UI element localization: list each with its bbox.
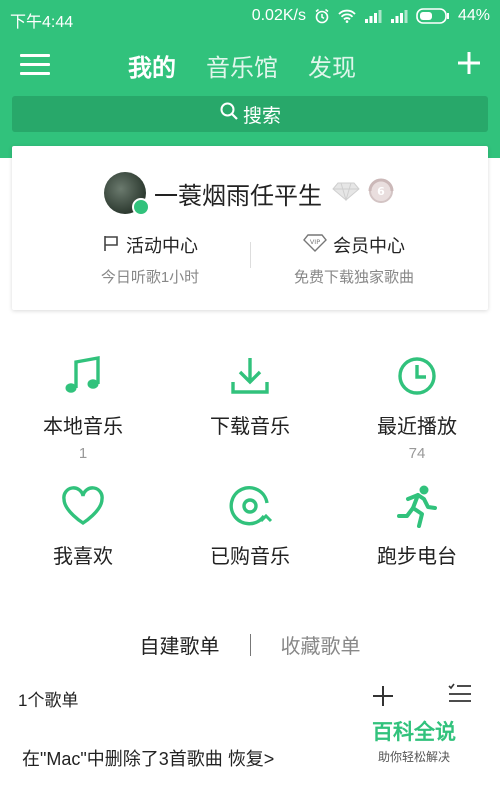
clock-icon: [334, 352, 500, 400]
add-playlist-icon[interactable]: [372, 685, 394, 707]
purchased-disc-icon: [167, 482, 333, 530]
tab-created-playlists[interactable]: 自建歌单: [140, 630, 220, 659]
activity-title: 活动中心: [126, 236, 198, 256]
deleted-songs-notice: 在"Mac"中删除了3首歌曲 恢复>: [22, 745, 274, 771]
flag-icon: [102, 234, 120, 257]
grid-label: 已购音乐: [210, 546, 290, 568]
card-divider: [250, 242, 251, 268]
grid-purchased-music[interactable]: 已购音乐: [167, 482, 333, 575]
tab-separator: [249, 633, 251, 656]
vip-subtitle: 免费下载独家歌曲: [293, 269, 414, 286]
battery-icon: [416, 8, 450, 24]
status-bar: 下午4:44 0.02K/s 44%: [0, 0, 500, 34]
grid-label: 最近播放: [377, 416, 457, 438]
grid-my-favorites[interactable]: 我喜欢: [0, 482, 166, 575]
tab-favorited-playlists[interactable]: 收藏歌单: [281, 630, 361, 659]
search-label: 搜索: [242, 105, 281, 127]
grid-label: 下载音乐: [210, 416, 290, 438]
grid-download-music[interactable]: 下载音乐: [167, 352, 333, 445]
diamond-icon: [332, 181, 360, 206]
grid-local-music[interactable]: 本地音乐 1: [0, 352, 166, 462]
grid-label: 本地音乐: [43, 416, 123, 438]
alarm-icon: [314, 8, 330, 24]
grid-count: 74: [408, 445, 426, 462]
add-icon[interactable]: [456, 50, 482, 76]
tab-music-hall[interactable]: 音乐馆: [206, 48, 278, 83]
tab-discover[interactable]: 发现: [308, 48, 356, 83]
username[interactable]: 一蓑烟雨任平生: [154, 176, 322, 211]
signal-icon: [364, 9, 382, 23]
music-note-icon: [0, 352, 166, 400]
wifi-icon: [338, 9, 356, 23]
playlist-count: 1个歌单: [18, 691, 79, 710]
level-badge-icon: 6: [366, 178, 396, 209]
activity-center[interactable]: 活动中心 今日听歌1小时: [50, 232, 250, 287]
running-icon: [334, 482, 500, 530]
profile-row[interactable]: 一蓑烟雨任平生 6: [12, 172, 488, 216]
search-icon: [219, 101, 243, 127]
battery-level: 44%: [457, 7, 490, 24]
search-bar[interactable]: 搜索: [12, 96, 488, 132]
profile-card: 一蓑烟雨任平生 6 活动中心 今日听歌1小时 VIP 会员中心 免费下载独家歌曲: [12, 146, 488, 310]
watermark-logo: 百科全说 助你轻松解决: [366, 716, 462, 765]
network-speed: 0.02K/s: [251, 7, 306, 24]
activity-subtitle: 今日听歌1小时: [100, 269, 200, 286]
grid-label: 跑步电台: [377, 546, 457, 568]
grid-running-radio[interactable]: 跑步电台: [334, 482, 500, 575]
nav-tabs: 我的 音乐馆 发现: [128, 48, 356, 83]
svg-text:6: 6: [377, 185, 385, 198]
nav-bar: 我的 音乐馆 发现: [0, 40, 500, 90]
download-icon: [167, 352, 333, 400]
tab-mine[interactable]: 我的: [128, 48, 176, 83]
avatar[interactable]: [104, 172, 150, 216]
wechat-badge-icon: [132, 198, 150, 216]
heart-icon: [0, 482, 166, 530]
header: 下午4:44 0.02K/s 44% 我的 音乐馆 发现 搜索: [0, 0, 500, 158]
watermark-title: 百科全说: [372, 721, 456, 744]
grid-recent-play[interactable]: 最近播放 74: [334, 352, 500, 462]
signal-icon-2: [390, 9, 408, 23]
svg-text:VIP: VIP: [310, 238, 320, 246]
restore-link[interactable]: 恢复>: [228, 749, 275, 769]
playlist-tabs: 自建歌单 收藏歌单: [0, 630, 500, 659]
grid-label: 我喜欢: [53, 546, 113, 568]
status-time: 下午4:44: [10, 14, 74, 31]
watermark-subtitle: 助你轻松解决: [377, 750, 450, 764]
menu-icon[interactable]: [20, 50, 50, 78]
grid-count: 1: [78, 445, 88, 462]
manage-playlist-icon[interactable]: [448, 683, 472, 703]
vip-icon: VIP: [303, 233, 327, 257]
vip-title: 会员中心: [333, 236, 405, 256]
notice-text: 在"Mac"中删除了3首歌曲: [22, 749, 223, 769]
vip-center[interactable]: VIP 会员中心 免费下载独家歌曲: [254, 232, 454, 287]
